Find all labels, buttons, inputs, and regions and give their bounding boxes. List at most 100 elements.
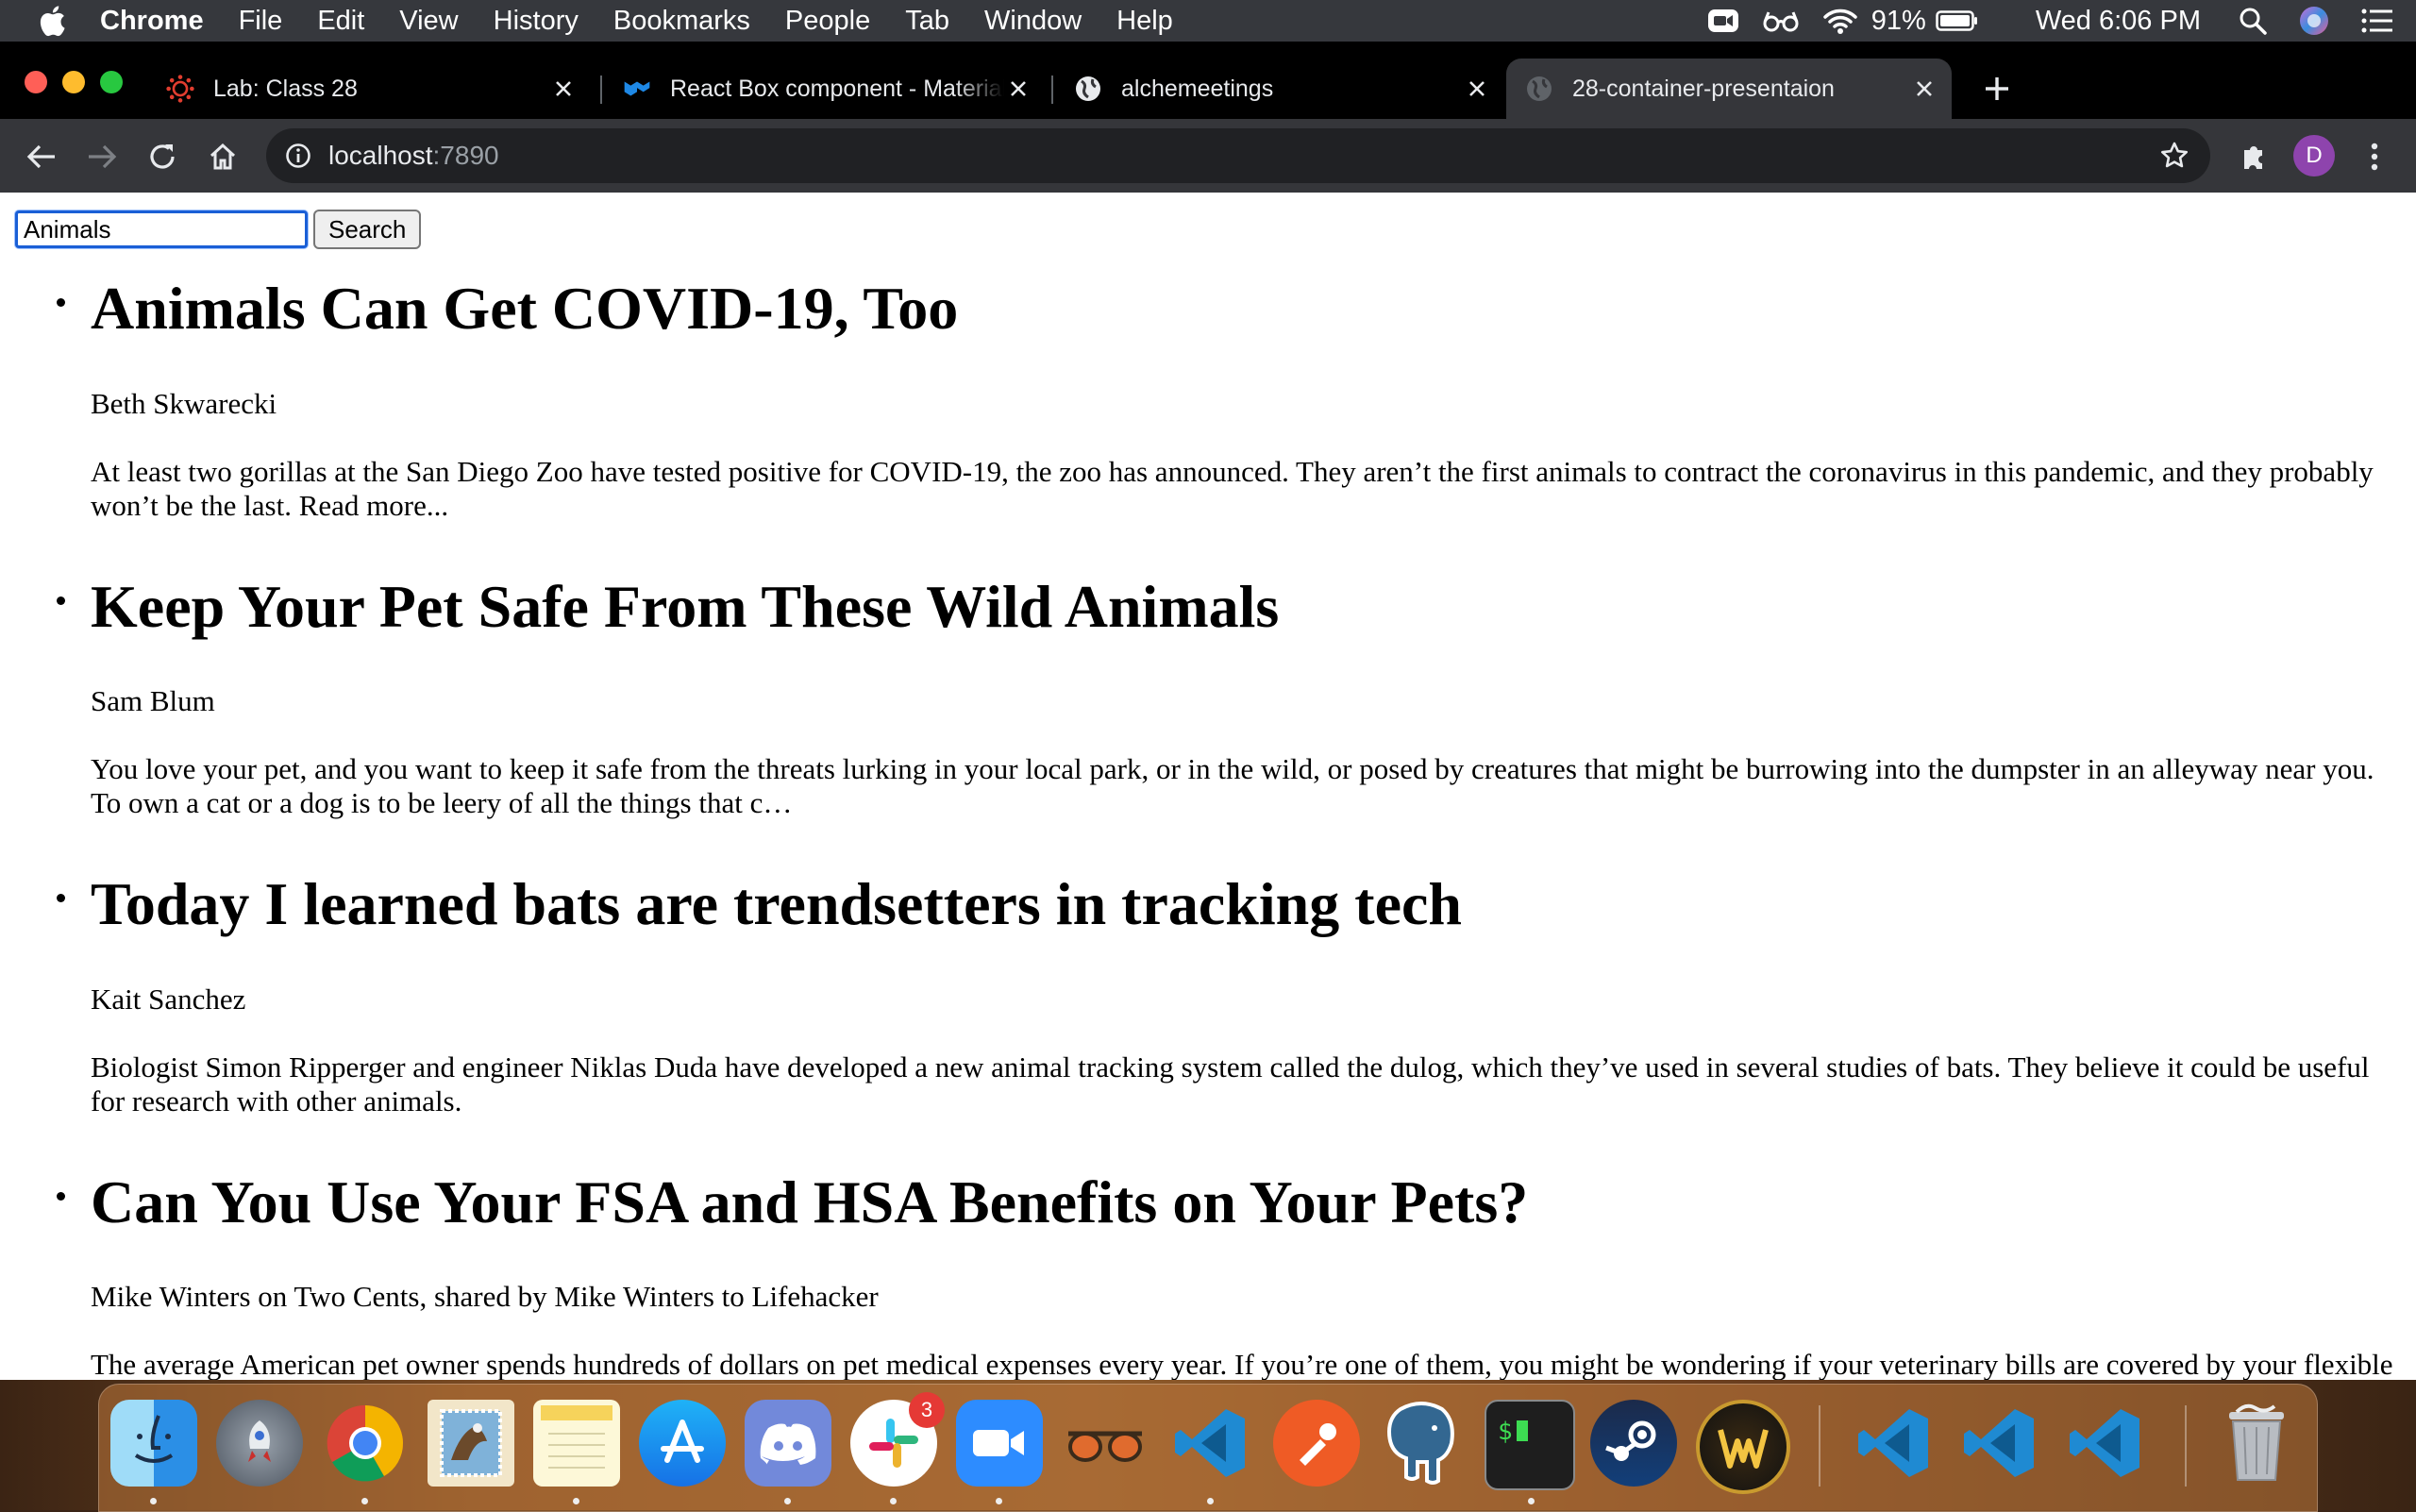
list-bullet (57, 596, 65, 605)
menu-file[interactable]: File (239, 6, 283, 37)
article-description: Biologist Simon Ripperger and engineer N… (91, 1050, 2370, 1117)
tab-title: Lab: Class 28 (213, 75, 358, 102)
menu-view[interactable]: View (399, 6, 458, 37)
menu-app-chrome[interactable]: Chrome (100, 6, 204, 37)
page-viewport: Search Animals Can Get COVID-19, Too Bet… (0, 193, 2416, 1380)
globe-icon (1074, 75, 1102, 103)
steam-icon[interactable] (1590, 1400, 1677, 1487)
zoom-status-icon[interactable] (1707, 7, 1739, 35)
article-author: Sam Blum (91, 684, 215, 718)
material-ui-icon (623, 75, 651, 103)
postgresql-elephant-icon[interactable] (1379, 1400, 1466, 1487)
vscode-window-icon[interactable] (1851, 1400, 1938, 1487)
chrome-menu-kebab-icon[interactable] (2354, 136, 2395, 177)
address-bar[interactable]: localhost:7890 (266, 128, 2210, 183)
window-zoom-button[interactable] (100, 71, 123, 93)
list-bullet (57, 894, 65, 903)
article-description: You love your pet, and you want to keep … (91, 752, 2374, 820)
control-center-list-icon[interactable] (2361, 8, 2393, 33)
running-indicator (150, 1498, 157, 1504)
tab-react-box-material-ui[interactable]: React Box component - Material-UI (604, 59, 1046, 119)
accessibility-glasses-icon[interactable] (1762, 8, 1800, 33)
chrome-icon[interactable] (322, 1400, 409, 1487)
search-input[interactable] (15, 210, 308, 248)
tab-separator (1051, 76, 1053, 104)
launchpad-rocket-icon[interactable] (216, 1400, 303, 1487)
world-of-warcraft-icon[interactable] (1696, 1400, 1790, 1494)
terminal-icon[interactable]: $ (1485, 1400, 1575, 1490)
window-close-button[interactable] (25, 71, 47, 93)
slack-icon[interactable]: 3 (850, 1392, 945, 1487)
tab-close-icon[interactable] (1463, 75, 1491, 103)
running-indicator (573, 1498, 579, 1504)
reload-button[interactable] (142, 136, 183, 177)
tab-strip: Lab: Class 28 React Box component - Mate… (0, 42, 2416, 119)
menu-bar-status: 91% Wed 6:06 PM (1685, 0, 2416, 42)
menu-window[interactable]: Window (984, 6, 1082, 37)
slack-notification-badge: 3 (909, 1392, 945, 1428)
zoom-icon[interactable] (956, 1400, 1043, 1487)
list-item: Animals Can Get COVID-19, Too Beth Skwar… (57, 260, 2393, 523)
search-button[interactable]: Search (313, 210, 422, 249)
menu-bookmarks[interactable]: Bookmarks (613, 6, 750, 37)
menu-help[interactable]: Help (1116, 6, 1173, 37)
back-button[interactable] (21, 136, 62, 177)
menu-bar-clock[interactable]: Wed 6:06 PM (2036, 6, 2201, 37)
battery-icon[interactable] (1936, 9, 1979, 32)
running-indicator (996, 1498, 1002, 1504)
tab-28-container-presentaion[interactable]: 28-container-presentaion (1506, 59, 1952, 119)
menu-bar-left: Chrome File Edit View History Bookmarks … (0, 0, 1208, 42)
menu-history[interactable]: History (494, 6, 579, 37)
tab-title: alchemeetings (1121, 75, 1274, 102)
tab-close-icon[interactable] (1004, 75, 1032, 103)
browser-toolbar: localhost:7890 D (0, 119, 2416, 193)
article-description: The average American pet owner spends hu… (91, 1348, 2393, 1380)
trash-icon[interactable] (2213, 1400, 2300, 1487)
home-button[interactable] (202, 136, 243, 177)
new-tab-button[interactable] (1978, 70, 2016, 108)
app-store-icon[interactable] (639, 1400, 726, 1487)
article-title: Today I learned bats are trendsetters in… (91, 870, 1462, 938)
search-form: Search (15, 210, 422, 249)
tab-close-icon[interactable] (549, 75, 578, 103)
profile-avatar[interactable]: D (2293, 135, 2335, 176)
list-item: Can You Use Your FSA and HSA Benefits on… (57, 1154, 2393, 1380)
battery-percent: 91% (1871, 5, 1926, 36)
siri-icon[interactable] (2299, 6, 2329, 36)
svg-text:$: $ (1498, 1418, 1513, 1446)
list-item: Today I learned bats are trendsetters in… (57, 856, 2393, 1118)
extensions-puzzle-icon[interactable] (2233, 136, 2274, 177)
running-indicator (784, 1498, 791, 1504)
sunglasses-app-icon[interactable] (1062, 1400, 1149, 1487)
list-bullet (57, 298, 65, 307)
mail-stamp-icon[interactable] (428, 1400, 514, 1487)
canvas-icon (166, 75, 194, 103)
bookmark-star-icon[interactable] (2159, 141, 2190, 176)
discord-icon[interactable] (745, 1400, 831, 1487)
tab-close-icon[interactable] (1910, 75, 1938, 103)
article-author: Beth Skwarecki (91, 386, 277, 420)
window-minimize-button[interactable] (62, 71, 85, 93)
postman-icon[interactable] (1273, 1400, 1360, 1487)
globe-icon (1525, 75, 1553, 103)
tab-alchemeetings[interactable]: alchemeetings (1055, 59, 1504, 119)
article-author: Mike Winters on Two Cents, shared by Mik… (91, 1280, 879, 1314)
tab-title: 28-container-presentaion (1572, 75, 1835, 102)
tab-lab-class-28[interactable]: Lab: Class 28 (147, 59, 591, 119)
menu-edit[interactable]: Edit (317, 6, 364, 37)
vscode-window-icon[interactable] (1956, 1400, 2043, 1487)
menu-tab[interactable]: Tab (905, 6, 949, 37)
tab-title: React Box component - Material-UI (670, 75, 1004, 102)
site-info-icon[interactable] (285, 143, 311, 169)
forward-button[interactable] (81, 136, 123, 177)
apple-icon[interactable] (38, 5, 66, 37)
vscode-window-icon[interactable] (2062, 1400, 2149, 1487)
spotlight-search-icon[interactable] (2239, 7, 2267, 35)
finder-icon[interactable] (110, 1400, 197, 1487)
menu-people[interactable]: People (785, 6, 870, 37)
wifi-icon[interactable] (1822, 7, 1858, 35)
list-bullet (57, 1191, 65, 1201)
list-item: Keep Your Pet Safe From These Wild Anima… (57, 559, 2393, 821)
vscode-icon[interactable] (1167, 1400, 1254, 1487)
notes-icon[interactable] (533, 1400, 620, 1487)
